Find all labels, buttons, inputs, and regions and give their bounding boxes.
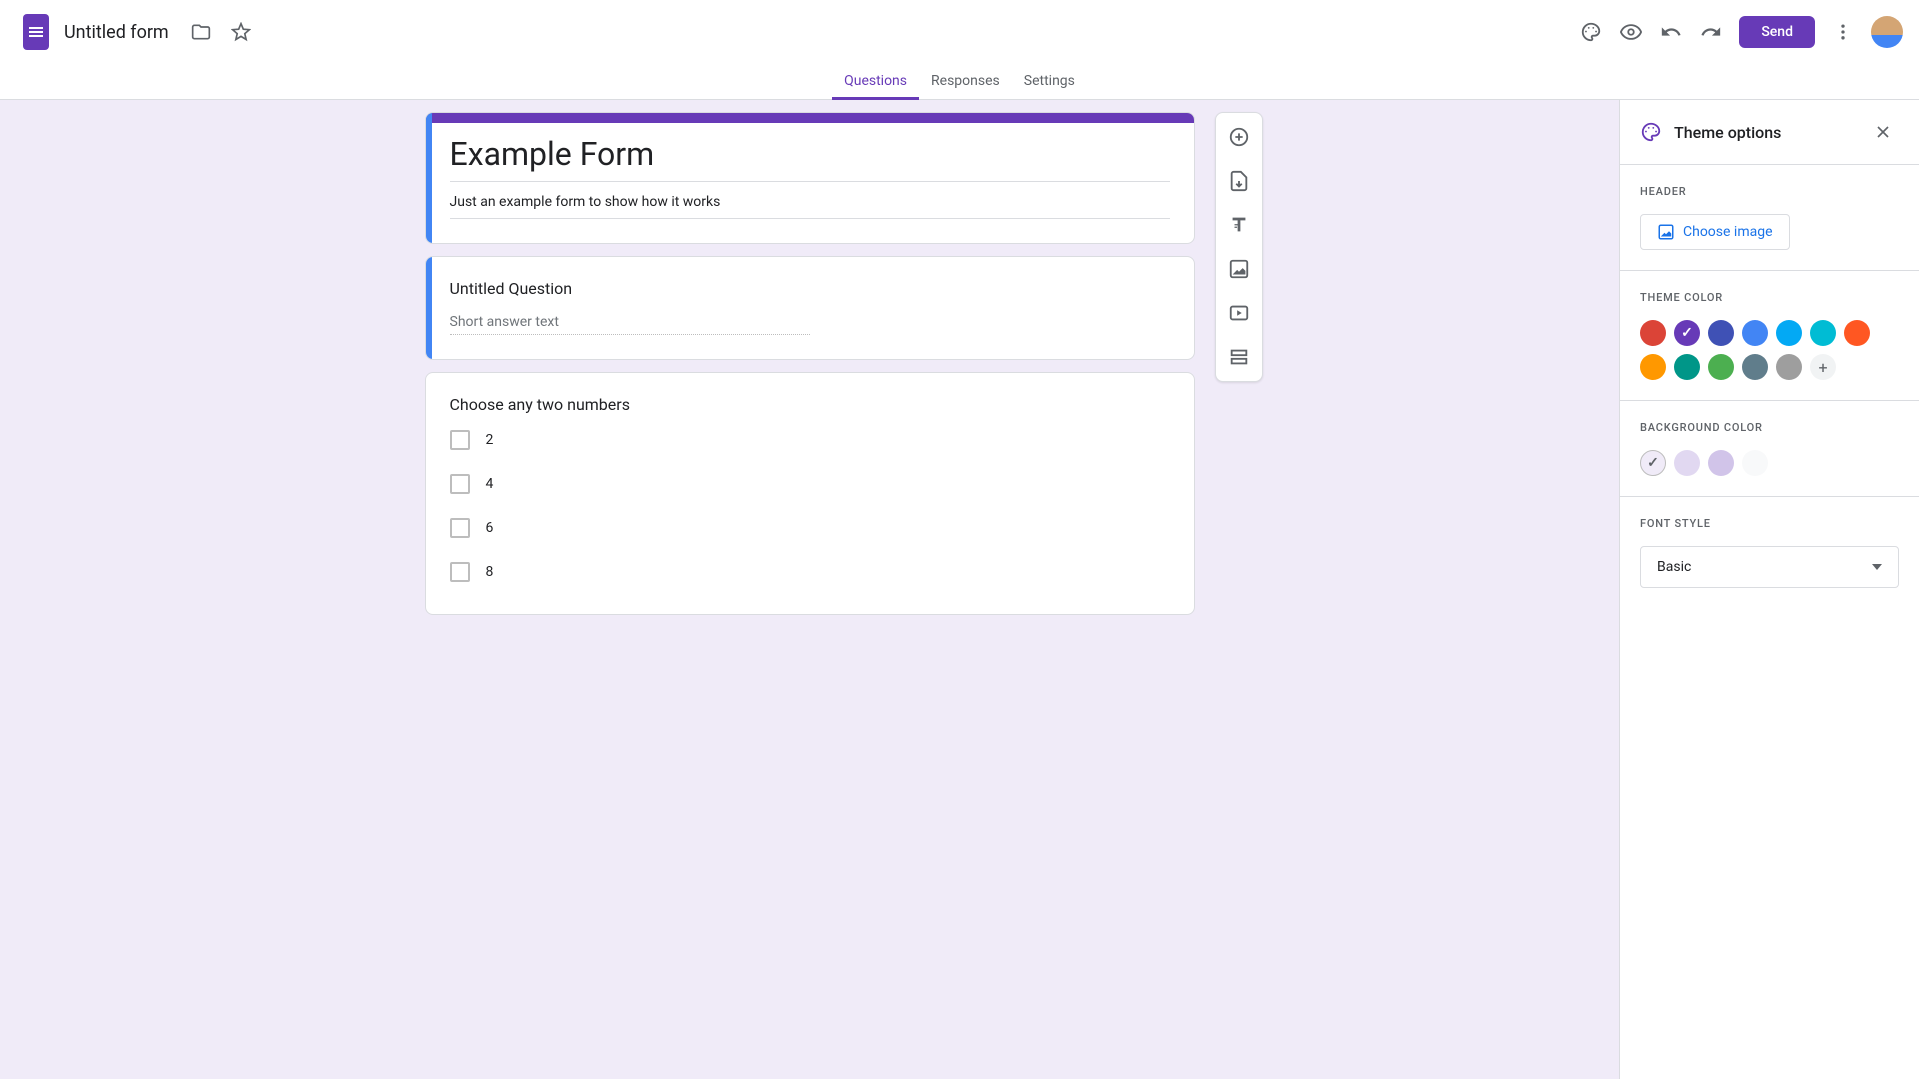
choose-image-label: Choose image xyxy=(1683,224,1773,240)
section-label: THEME COLOR xyxy=(1640,291,1899,304)
add-video-icon[interactable] xyxy=(1221,295,1257,331)
form-name[interactable]: Untitled form xyxy=(64,22,169,43)
app-logo[interactable] xyxy=(16,12,56,52)
preview-icon[interactable] xyxy=(1611,12,1651,52)
theme-color-swatch[interactable] xyxy=(1844,320,1870,346)
checkbox-option[interactable]: 4 xyxy=(450,474,1170,494)
theme-color-swatch[interactable] xyxy=(1674,320,1700,346)
question-card-2[interactable]: Choose any two numbers 2 4 6 8 xyxy=(425,372,1195,615)
font-value: Basic xyxy=(1657,559,1691,575)
theme-color-swatch[interactable] xyxy=(1708,320,1734,346)
image-icon xyxy=(1657,223,1675,241)
form-header-card[interactable]: Example Form Just an example form to sho… xyxy=(425,112,1195,244)
import-questions-icon[interactable] xyxy=(1221,163,1257,199)
checkbox-label: 2 xyxy=(486,432,494,448)
theme-color-swatch[interactable] xyxy=(1640,354,1666,380)
add-image-icon[interactable] xyxy=(1221,251,1257,287)
tab-questions[interactable]: Questions xyxy=(832,64,919,100)
question-title[interactable]: Untitled Question xyxy=(450,279,1170,298)
undo-icon[interactable] xyxy=(1651,12,1691,52)
send-button[interactable]: Send xyxy=(1739,16,1815,48)
theme-color-grid: + xyxy=(1640,320,1899,380)
checkbox-icon xyxy=(450,562,470,582)
form-area: Example Form Just an example form to sho… xyxy=(0,100,1619,1079)
add-section-icon[interactable] xyxy=(1221,339,1257,375)
checkbox-icon xyxy=(450,474,470,494)
avatar[interactable] xyxy=(1871,16,1903,48)
theme-color-swatch[interactable] xyxy=(1776,320,1802,346)
canvas: Example Form Just an example form to sho… xyxy=(0,100,1919,1079)
tab-responses[interactable]: Responses xyxy=(919,64,1012,100)
font-style-select[interactable]: Basic xyxy=(1640,546,1899,588)
theme-color-swatch[interactable] xyxy=(1776,354,1802,380)
chevron-down-icon xyxy=(1872,564,1882,570)
question-title: Choose any two numbers xyxy=(450,395,1170,414)
theme-color-swatch[interactable] xyxy=(1640,320,1666,346)
form-title-input[interactable]: Example Form xyxy=(450,135,1170,182)
theme-section-header: HEADER Choose image xyxy=(1620,165,1919,271)
close-icon[interactable] xyxy=(1867,116,1899,148)
checkbox-label: 4 xyxy=(486,476,494,492)
short-answer-placeholder: Short answer text xyxy=(450,314,810,335)
theme-panel-header: Theme options xyxy=(1620,100,1919,165)
bg-color-swatch[interactable] xyxy=(1742,450,1768,476)
theme-panel: Theme options HEADER Choose image THEME … xyxy=(1619,100,1919,1079)
theme-section-color: THEME COLOR + xyxy=(1620,271,1919,401)
add-title-icon[interactable] xyxy=(1221,207,1257,243)
theme-section-font: FONT STYLE Basic xyxy=(1620,497,1919,608)
section-label: FONT STYLE xyxy=(1640,517,1899,530)
palette-icon xyxy=(1640,121,1662,143)
tab-bar: Questions Responses Settings xyxy=(0,64,1919,100)
question-toolbar xyxy=(1215,112,1263,382)
checkbox-option[interactable]: 8 xyxy=(450,562,1170,582)
bg-color-swatch[interactable] xyxy=(1674,450,1700,476)
checkbox-icon xyxy=(450,518,470,538)
bg-color-grid xyxy=(1640,450,1899,476)
theme-color-swatch[interactable] xyxy=(1708,354,1734,380)
app-header: Untitled form Send xyxy=(0,0,1919,64)
choose-image-button[interactable]: Choose image xyxy=(1640,214,1790,250)
bg-color-swatch[interactable] xyxy=(1708,450,1734,476)
add-color-button[interactable]: + xyxy=(1810,354,1836,380)
theme-section-bg: BACKGROUND COLOR xyxy=(1620,401,1919,497)
checkbox-option[interactable]: 2 xyxy=(450,430,1170,450)
add-question-icon[interactable] xyxy=(1221,119,1257,155)
theme-color-swatch[interactable] xyxy=(1742,354,1768,380)
form-description-input[interactable]: Just an example form to show how it work… xyxy=(450,190,1170,219)
bg-color-swatch[interactable] xyxy=(1640,450,1666,476)
star-icon[interactable] xyxy=(221,12,261,52)
more-icon[interactable] xyxy=(1823,12,1863,52)
section-label: BACKGROUND COLOR xyxy=(1640,421,1899,434)
checkbox-label: 8 xyxy=(486,564,494,580)
theme-color-swatch[interactable] xyxy=(1810,320,1836,346)
section-label: HEADER xyxy=(1640,185,1899,198)
move-folder-icon[interactable] xyxy=(181,12,221,52)
checkbox-option[interactable]: 6 xyxy=(450,518,1170,538)
checkbox-icon xyxy=(450,430,470,450)
theme-panel-title: Theme options xyxy=(1674,123,1867,142)
theme-color-swatch[interactable] xyxy=(1742,320,1768,346)
tab-settings[interactable]: Settings xyxy=(1012,64,1087,100)
checkbox-label: 6 xyxy=(486,520,494,536)
theme-color-swatch[interactable] xyxy=(1674,354,1700,380)
palette-icon[interactable] xyxy=(1571,12,1611,52)
redo-icon[interactable] xyxy=(1691,12,1731,52)
question-card-1[interactable]: Untitled Question Short answer text xyxy=(425,256,1195,360)
